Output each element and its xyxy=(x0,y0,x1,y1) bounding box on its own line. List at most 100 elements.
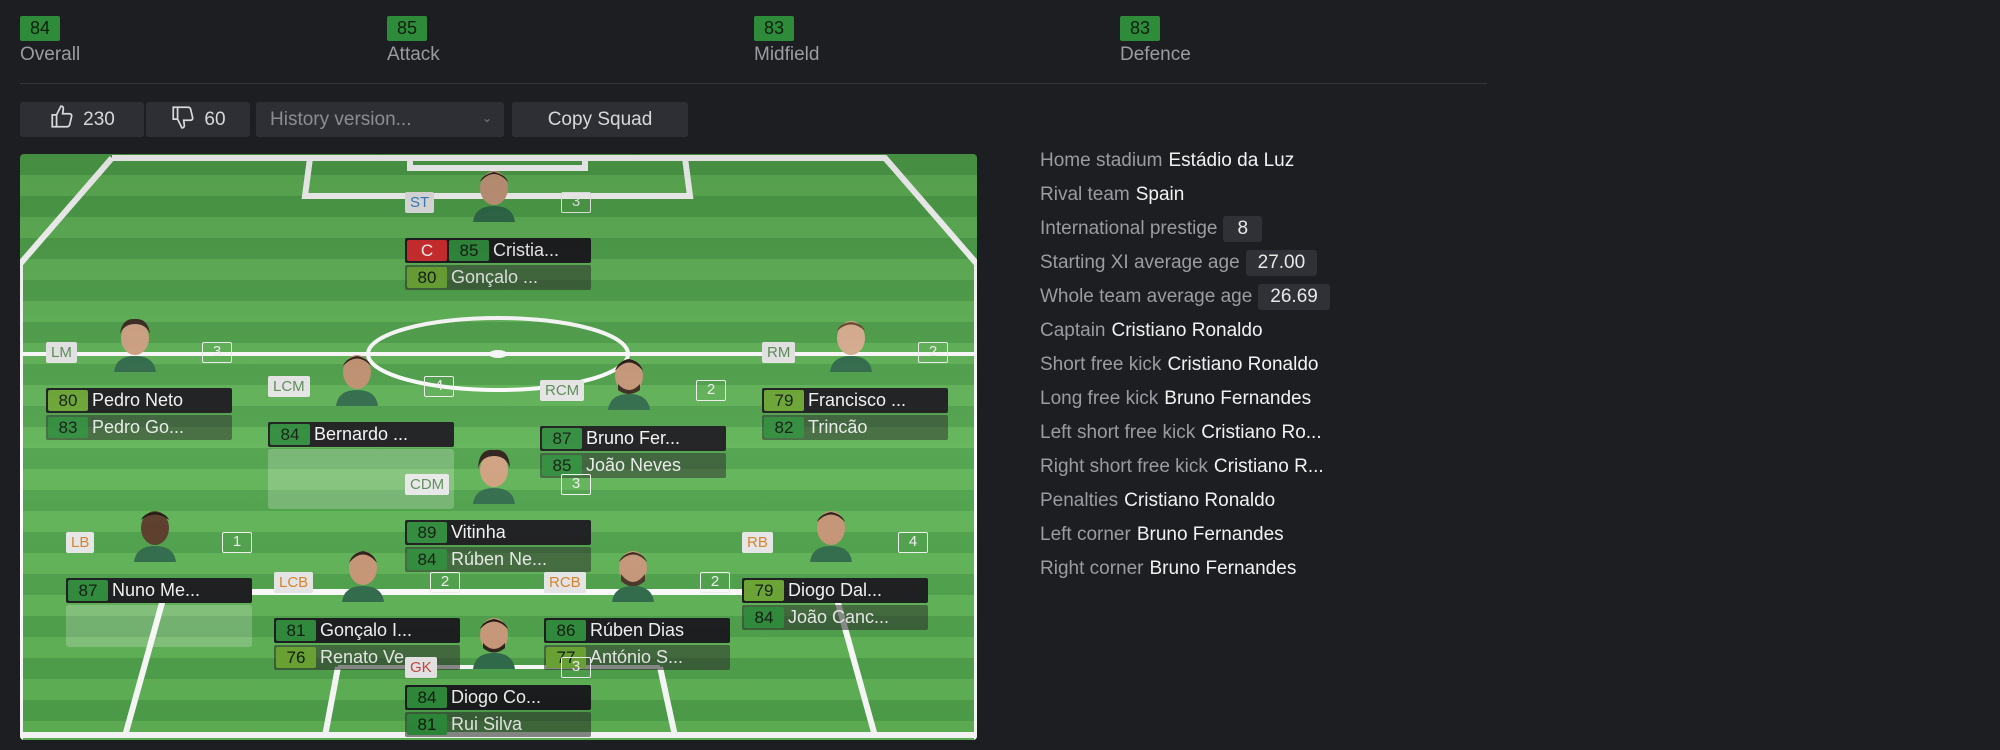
starter-name: Nuno Me... xyxy=(112,580,201,600)
info-left-short-free-kick: Left short free kick Cristiano Ro... xyxy=(1040,416,1440,450)
starter-ovr: 84 xyxy=(270,424,310,445)
dislike-button[interactable]: 60 xyxy=(146,102,250,137)
info-home-stadium: Home stadium Estádio da Luz xyxy=(1040,144,1440,178)
rating-attack: 85 Attack xyxy=(387,16,440,66)
sub-row[interactable]: 84 João Canc... xyxy=(742,605,928,630)
sub-row[interactable]: 81 Rui Silva xyxy=(405,712,591,737)
info-key: Left short free kick xyxy=(1040,422,1196,443)
info-penalties: Penalties Cristiano Ronaldo xyxy=(1040,484,1440,518)
info-international-prestige: International prestige 8 xyxy=(1040,212,1440,246)
info-value: Bruno Fernandes xyxy=(1164,388,1312,409)
depth-count: 3 xyxy=(561,657,591,678)
position-label: RCB xyxy=(544,572,586,593)
player-photo xyxy=(469,613,519,669)
info-short-free-kick: Short free kick Cristiano Ronaldo xyxy=(1040,348,1440,382)
depth-count: 3 xyxy=(561,474,591,495)
sub-ovr: 76 xyxy=(276,647,316,668)
starter-row[interactable]: 87 Bruno Fer... xyxy=(540,426,726,451)
player-photo xyxy=(604,354,654,410)
rating-midfield-label: Midfield xyxy=(754,44,820,65)
info-key: Captain xyxy=(1040,320,1106,341)
depth-count: 2 xyxy=(700,572,730,593)
player-photo xyxy=(469,166,519,222)
starter-row[interactable]: 80 Pedro Neto xyxy=(46,388,232,413)
depth-count: 2 xyxy=(696,380,726,401)
info-value: Cristiano Ronaldo xyxy=(1124,490,1276,511)
thumbs-down-icon xyxy=(170,104,196,136)
info-key: International prestige xyxy=(1040,218,1218,239)
copy-squad-label: Copy Squad xyxy=(547,108,653,130)
info-value: 27.00 xyxy=(1245,250,1318,276)
like-count: 230 xyxy=(83,108,115,130)
sub-ovr: 80 xyxy=(407,267,447,288)
starter-row[interactable]: 84 Bernardo ... xyxy=(268,422,454,447)
starter-name: Diogo Dal... xyxy=(788,580,883,600)
info-key: Home stadium xyxy=(1040,150,1163,171)
starter-row[interactable]: C 85 Cristia... xyxy=(405,238,591,263)
info-starting-xi-age: Starting XI average age 27.00 xyxy=(1040,246,1440,280)
position-label: RM xyxy=(762,342,796,363)
player-photo xyxy=(469,448,519,504)
starter-name: Bernardo ... xyxy=(314,424,409,444)
sub-name: João Canc... xyxy=(788,607,890,627)
info-value: Spain xyxy=(1135,184,1185,205)
starter-name: Cristia... xyxy=(493,240,560,260)
sub-name: António S... xyxy=(590,647,684,667)
history-version-placeholder: History version... xyxy=(270,108,412,130)
sub-row[interactable]: 80 Gonçalo ... xyxy=(405,265,591,290)
dislike-count: 60 xyxy=(204,108,226,130)
info-key: Right short free kick xyxy=(1040,456,1208,477)
copy-squad-button[interactable]: Copy Squad xyxy=(512,102,688,137)
starter-name: Francisco ... xyxy=(808,390,907,410)
starter-ovr: 89 xyxy=(407,522,447,543)
sub-name: Pedro Go... xyxy=(92,417,185,437)
starter-row[interactable]: 79 Diogo Dal... xyxy=(742,578,928,603)
info-key: Rival team xyxy=(1040,184,1130,205)
starter-ovr: 84 xyxy=(407,687,447,708)
rating-defence-value: 83 xyxy=(1120,16,1161,41)
starter-ovr: 87 xyxy=(542,428,582,449)
starter-row[interactable]: 84 Diogo Co... xyxy=(405,685,591,710)
sub-ovr: 81 xyxy=(407,714,447,735)
rating-overall: 84 Overall xyxy=(20,16,80,66)
starter-row[interactable]: 87 Nuno Me... xyxy=(66,578,252,603)
starter-ovr: 87 xyxy=(68,580,108,601)
starter-name: Gonçalo I... xyxy=(320,620,413,640)
player-photo xyxy=(608,546,658,602)
depth-count: 3 xyxy=(561,192,591,213)
starter-ovr: 80 xyxy=(48,390,88,411)
history-version-select[interactable]: History version... ⌄ xyxy=(256,102,504,137)
sub-row[interactable]: 83 Pedro Go... xyxy=(46,415,232,440)
empty-sub-slot[interactable] xyxy=(66,605,252,647)
chevron-down-icon: ⌄ xyxy=(481,111,492,125)
captain-badge: C xyxy=(407,240,447,261)
position-label: RCM xyxy=(540,380,585,401)
info-value: Cristiano R... xyxy=(1213,456,1324,477)
info-value: Cristiano Ronaldo xyxy=(1167,354,1319,375)
sub-ovr: 83 xyxy=(48,417,88,438)
info-whole-team-age: Whole team average age 26.69 xyxy=(1040,280,1440,314)
starter-name: Diogo Co... xyxy=(451,687,542,707)
player-photo xyxy=(826,316,876,372)
thumbs-up-icon xyxy=(49,104,75,136)
sub-row[interactable]: 84 Rúben Ne... xyxy=(405,547,591,572)
depth-count: 4 xyxy=(898,532,928,553)
info-value: Bruno Fernandes xyxy=(1136,524,1284,545)
starter-row[interactable]: 86 Rúben Dias xyxy=(544,618,730,643)
starter-ovr: 85 xyxy=(449,240,489,261)
sub-ovr: 84 xyxy=(407,549,447,570)
starter-row[interactable]: 89 Vitinha xyxy=(405,520,591,545)
info-key: Whole team average age xyxy=(1040,286,1253,307)
starter-row[interactable]: 79 Francisco ... xyxy=(762,388,948,413)
position-label: ST xyxy=(405,192,435,213)
position-label: GK xyxy=(405,657,437,678)
info-value: Cristiano Ro... xyxy=(1201,422,1322,443)
info-right-short-free-kick: Right short free kick Cristiano R... xyxy=(1040,450,1440,484)
starter-name: Rúben Dias xyxy=(590,620,685,640)
starter-row[interactable]: 81 Gonçalo I... xyxy=(274,618,460,643)
player-photo xyxy=(130,506,180,562)
info-value: Cristiano Ronaldo xyxy=(1111,320,1263,341)
sub-row[interactable]: 82 Trincão xyxy=(762,415,948,440)
like-button[interactable]: 230 xyxy=(20,102,144,137)
info-value: Estádio da Luz xyxy=(1168,150,1295,171)
